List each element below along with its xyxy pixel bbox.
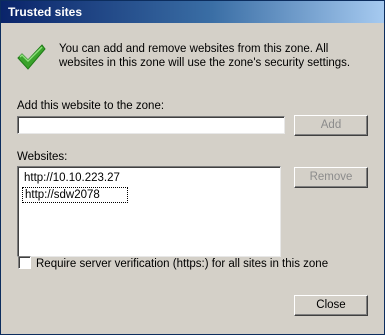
checkmark-icon [17, 44, 46, 70]
add-button[interactable]: Add [294, 115, 368, 136]
dialog-client-area: You can add and remove websites from thi… [1, 23, 384, 334]
websites-list[interactable]: http://10.10.223.27 http://sdw2078 [17, 166, 281, 257]
websites-label: Websites: [17, 151, 68, 163]
https-verification-label[interactable]: Require server verification (https:) for… [36, 257, 328, 271]
close-button[interactable]: Close [294, 295, 368, 316]
list-item[interactable]: http://10.10.223.27 [22, 171, 122, 185]
https-verification-checkbox[interactable] [18, 256, 31, 269]
window-title: Trusted sites [8, 5, 83, 19]
trusted-sites-dialog: Trusted sites You can add and remove web… [0, 0, 385, 335]
zone-info-text: You can add and remove websites from thi… [59, 43, 351, 69]
title-bar[interactable]: Trusted sites [1, 1, 384, 23]
add-site-label: Add this website to the zone: [17, 100, 165, 112]
list-item[interactable]: http://sdw2078 [22, 187, 128, 203]
remove-button[interactable]: Remove [294, 167, 368, 188]
add-site-input[interactable] [17, 116, 285, 134]
